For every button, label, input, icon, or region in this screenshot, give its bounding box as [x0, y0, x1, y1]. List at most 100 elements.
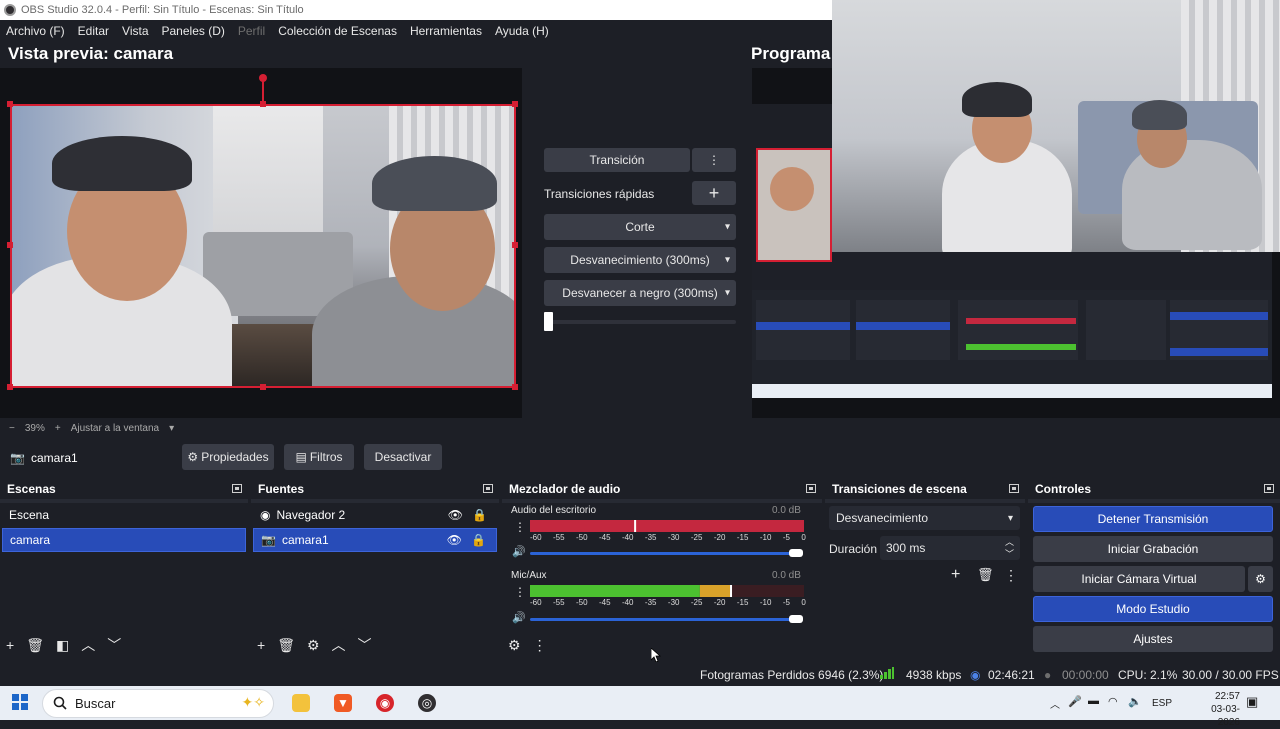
quick-transition-fade[interactable]: Desvanecimiento (300ms) ▾ [544, 247, 736, 273]
start-virtual-cam-button[interactable]: Iniciar Cámara Virtual [1033, 566, 1245, 592]
float-dock-icon[interactable] [232, 484, 242, 493]
fit-window-label[interactable]: Ajustar a la ventana [71, 423, 159, 434]
app-red-icon[interactable]: ◉ [376, 694, 394, 712]
float-dock-icon[interactable] [1009, 484, 1019, 493]
selection-handles[interactable] [0, 68, 522, 398]
volume-meter-mic [530, 585, 804, 597]
obs-logo-icon [4, 4, 16, 16]
chevron-down-icon[interactable]: ﹀ [107, 635, 121, 655]
menu-editar[interactable]: Editar [78, 24, 109, 38]
record-time: 00:00:00 [1062, 668, 1109, 682]
eye-icon[interactable]: 👁 [447, 533, 462, 547]
program-camera-feed [832, 0, 1280, 252]
scene-item-camara[interactable]: camara [2, 528, 246, 552]
transition-select[interactable]: Desvanecimiento ▾ [829, 506, 1020, 530]
meter-ticks: -60 -55 -50 -45 -40 -35 -30 -25 -20 -15 -10 -5 0 [530, 533, 806, 542]
trash-icon[interactable]: 🗑 [977, 567, 994, 583]
transition-button[interactable]: Transición [544, 148, 690, 172]
transition-slider-track[interactable] [544, 320, 736, 324]
scene-item-escena[interactable]: Escena [2, 503, 246, 527]
volume-slider-knob[interactable] [789, 549, 803, 557]
volume-slider-knob[interactable] [789, 615, 803, 623]
source-item-navegador[interactable]: ◉ Navegador 2 👁 🔒 [253, 503, 497, 527]
lock-icon[interactable]: 🔒 [471, 533, 486, 547]
properties-button[interactable]: ⚙ Propiedades [182, 444, 274, 470]
filters-button[interactable]: ▤ Filtros [284, 444, 354, 470]
zoom-in-button[interactable]: + [55, 423, 61, 434]
menu-coleccion-escenas[interactable]: Colección de Escenas [278, 24, 397, 38]
eye-icon[interactable]: 👁 [448, 508, 463, 522]
window-title: OBS Studio 32.0.4 - Perfil: Sin Título -… [21, 4, 304, 16]
filter-icon: ▤ [295, 450, 307, 464]
transition-slider-handle[interactable] [544, 312, 553, 331]
brave-browser-icon[interactable]: ▼ [334, 694, 352, 712]
transition-menu-button[interactable]: ⋮ [692, 148, 736, 172]
taskbar-search[interactable]: Buscar ✦✧ [42, 689, 274, 718]
microphone-icon[interactable]: 🎤 [1068, 695, 1082, 708]
volume-meter-desktop [530, 520, 804, 532]
chevron-up-icon[interactable]: ︿ [81, 635, 95, 655]
file-explorer-icon[interactable] [292, 694, 310, 712]
chevron-down-icon[interactable]: ﹀ [358, 635, 372, 655]
meter-yellow-segment [699, 585, 731, 597]
start-recording-button[interactable]: Iniciar Grabación [1033, 536, 1273, 562]
chevron-up-icon[interactable]: ︿ [1050, 696, 1060, 711]
chevron-up-icon[interactable]: ︿ [332, 635, 346, 655]
stop-stream-button[interactable]: Detener Transmisión [1033, 506, 1273, 532]
kebab-menu-icon[interactable]: ⋮ [1004, 567, 1018, 584]
settings-button[interactable]: Ajustes [1033, 626, 1273, 652]
float-dock-icon[interactable] [483, 484, 493, 493]
menu-vista[interactable]: Vista [122, 24, 148, 38]
scene-filters-icon[interactable]: ◧ [56, 637, 69, 654]
scenes-title: Escenas [7, 482, 56, 496]
add-quick-transition-button[interactable]: + [692, 181, 736, 205]
quick-transition-fade-black[interactable]: Desvanecer a negro (300ms) ▾ [544, 280, 736, 306]
studio-mode-button[interactable]: Modo Estudio [1033, 596, 1273, 622]
spin-arrows-icon[interactable]: ︿ ﹀ [1005, 536, 1014, 560]
add-source-icon[interactable]: + [257, 637, 265, 653]
add-scene-icon[interactable]: + [6, 637, 14, 653]
windows-start-icon[interactable] [12, 694, 28, 710]
speaker-icon[interactable]: 🔊 [512, 545, 526, 558]
notification-icon[interactable]: ▣ [1246, 694, 1258, 710]
wifi-icon[interactable]: ◠ [1108, 695, 1118, 708]
filters-label: Filtros [309, 450, 343, 464]
usb-icon[interactable]: ▬ [1088, 695, 1099, 707]
plus-icon[interactable]: + [951, 566, 960, 584]
menu-perfil[interactable]: Perfil [238, 24, 265, 38]
trash-icon[interactable]: 🗑 [26, 637, 44, 654]
bitrate: 4938 kbps [906, 668, 962, 682]
source-item-camara1[interactable]: 📷 camara1 👁 🔒 [253, 528, 497, 552]
gear-icon[interactable]: ⚙ [307, 637, 320, 654]
kebab-menu-icon[interactable]: ⋮ [533, 637, 547, 654]
menu-archivo[interactable]: Archivo (F) [6, 24, 65, 38]
lock-icon[interactable]: 🔒 [472, 508, 487, 522]
search-placeholder: Buscar [75, 696, 116, 711]
obs-taskbar-icon[interactable]: ◎ [418, 694, 436, 712]
advanced-audio-icon[interactable]: ⚙ [508, 637, 521, 654]
volume-slider-desktop[interactable] [530, 552, 796, 555]
trash-icon[interactable]: 🗑 [277, 637, 295, 654]
menu-paneles[interactable]: Paneles (D) [162, 24, 225, 38]
duration-value: 300 ms [886, 541, 926, 555]
quick-transition-cut[interactable]: Corte ▾ [544, 214, 736, 240]
duration-spinbox[interactable]: 300 ms ︿ ﹀ [880, 536, 1020, 560]
taskbar-clock[interactable]: 22:57 03-03-2026 [1196, 690, 1240, 729]
channel-db-mic: 0.0 dB [772, 570, 801, 581]
language-indicator[interactable]: ESP [1152, 698, 1172, 709]
kebab-menu-icon[interactable]: ⋮ [514, 585, 526, 599]
kebab-menu-icon[interactable]: ⋮ [514, 520, 526, 534]
channel-name-desktop: Audio del escritorio [511, 505, 597, 516]
channel-db-desktop: 0.0 dB [772, 505, 801, 516]
float-dock-icon[interactable] [1264, 484, 1274, 493]
menu-ayuda[interactable]: Ayuda (H) [495, 24, 549, 38]
chevron-down-icon[interactable]: ▾ [169, 423, 174, 434]
float-dock-icon[interactable] [806, 484, 816, 493]
virtual-cam-settings-button[interactable]: ⚙ [1248, 566, 1273, 592]
speaker-icon[interactable]: 🔊 [512, 611, 526, 624]
volume-icon[interactable]: 🔈 [1128, 695, 1142, 708]
deactivate-button[interactable]: Desactivar [364, 444, 442, 470]
zoom-out-button[interactable]: − [9, 423, 15, 434]
menu-herramientas[interactable]: Herramientas [410, 24, 482, 38]
volume-slider-mic[interactable] [530, 618, 796, 621]
